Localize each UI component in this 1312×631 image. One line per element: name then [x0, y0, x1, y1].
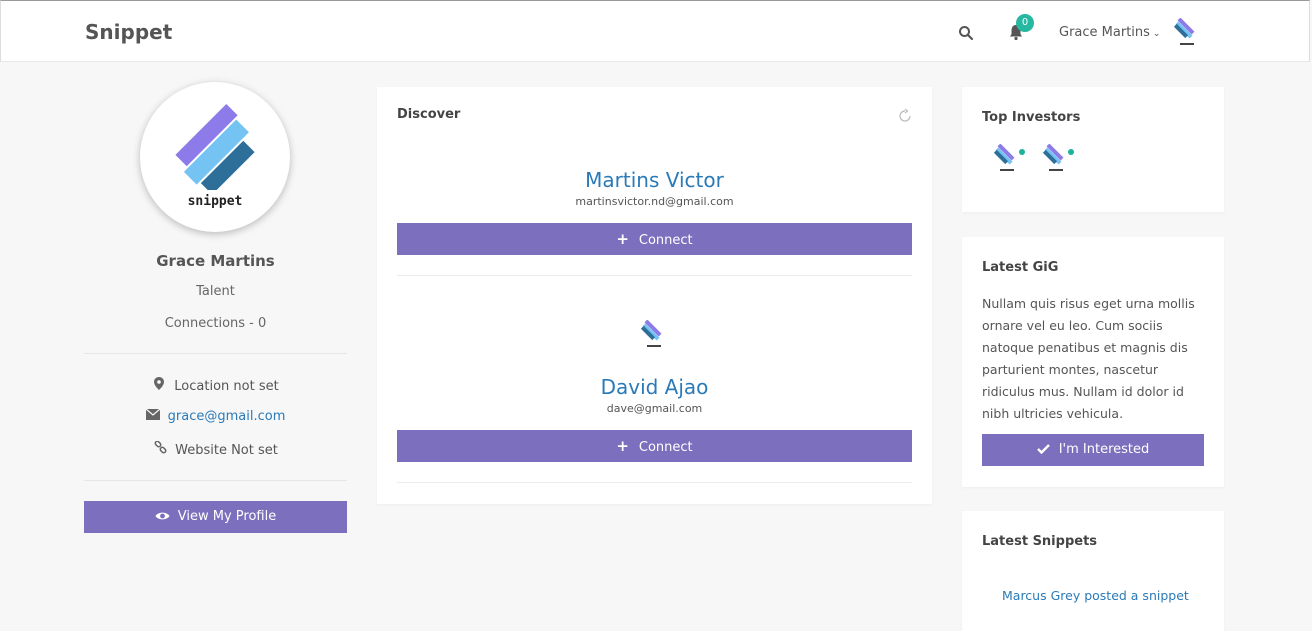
latest-snippets-title: Latest Snippets [982, 534, 1098, 549]
top-navbar: Snippet 0 Grace Martins ⌄ [0, 0, 1310, 62]
divider [397, 482, 912, 483]
chevron-down-icon: ⌄ [1152, 29, 1161, 39]
person-email: dave@gmail.com [606, 402, 703, 415]
link-icon [153, 440, 167, 457]
person-name[interactable]: David Ajao [397, 375, 912, 399]
view-profile-label: View My Profile [177, 509, 277, 524]
divider [84, 353, 347, 354]
discover-title: Discover [397, 107, 461, 122]
eye-icon [155, 512, 170, 520]
profile-website: Website Not set [84, 440, 347, 458]
plus-icon: + [616, 437, 629, 455]
location-text: Location not set [174, 379, 279, 394]
profile-avatar: snippet [140, 82, 290, 232]
latest-gig-title: Latest GiG [982, 260, 1059, 275]
online-status-dot [1068, 149, 1074, 155]
view-profile-button[interactable]: View My Profile [84, 501, 347, 533]
investor-avatar-icon[interactable] [1043, 144, 1069, 174]
brand-logo[interactable]: Snippet [85, 20, 172, 44]
snippet-link[interactable]: Marcus Grey posted a snippet [1002, 588, 1189, 603]
profile-role: Talent [196, 284, 235, 299]
envelope-icon [145, 408, 161, 423]
avatar-logo-text: snippet [187, 194, 243, 209]
user-menu-dropdown[interactable]: Grace Martins ⌄ [1059, 25, 1160, 40]
snippet-logo-icon [641, 320, 662, 347]
person-name[interactable]: Martins Victor [397, 168, 912, 192]
search-icon[interactable] [958, 25, 974, 41]
profile-location: Location not set [84, 377, 347, 394]
latest-snippets-card: Latest Snippets Marcus Grey posted a sni… [962, 511, 1224, 631]
investor-avatar-icon[interactable] [994, 144, 1020, 174]
divider [84, 480, 347, 481]
connect-button[interactable]: + Connect [397, 223, 912, 255]
gig-description: Nullam quis risus eget urna mollis ornar… [982, 296, 1195, 421]
divider [397, 275, 912, 276]
email-link[interactable]: grace@gmail.com [168, 409, 286, 424]
discover-card: Discover Martins Victor martinsvictor.nd… [377, 87, 932, 504]
connect-button[interactable]: + Connect [397, 430, 912, 462]
profile-name: Grace Martins [156, 252, 275, 270]
check-icon [1036, 444, 1050, 455]
interested-label: I'm Interested [1058, 442, 1150, 457]
notification-badge: 0 [1016, 14, 1034, 32]
snippet-logo-icon [175, 103, 255, 190]
snippet-logo-icon[interactable] [1173, 18, 1201, 48]
map-marker-icon [152, 377, 166, 393]
online-status-dot [1019, 149, 1025, 155]
connect-label: Connect [638, 233, 693, 248]
person-email: martinsvictor.nd@gmail.com [575, 195, 734, 208]
top-investors-title: Top Investors [982, 110, 1081, 125]
top-investors-card: Top Investors [962, 87, 1224, 212]
user-menu-name: Grace Martins [1059, 25, 1150, 40]
profile-email: grace@gmail.com [84, 408, 347, 424]
interested-button[interactable]: I'm Interested [982, 434, 1204, 466]
connect-label: Connect [638, 440, 693, 455]
refresh-icon[interactable] [898, 109, 912, 123]
plus-icon: + [616, 230, 629, 248]
latest-gig-card: Latest GiG Nullam quis risus eget urna m… [962, 237, 1224, 487]
website-text: Website Not set [175, 443, 278, 458]
profile-connections: Connections - 0 [164, 316, 267, 331]
